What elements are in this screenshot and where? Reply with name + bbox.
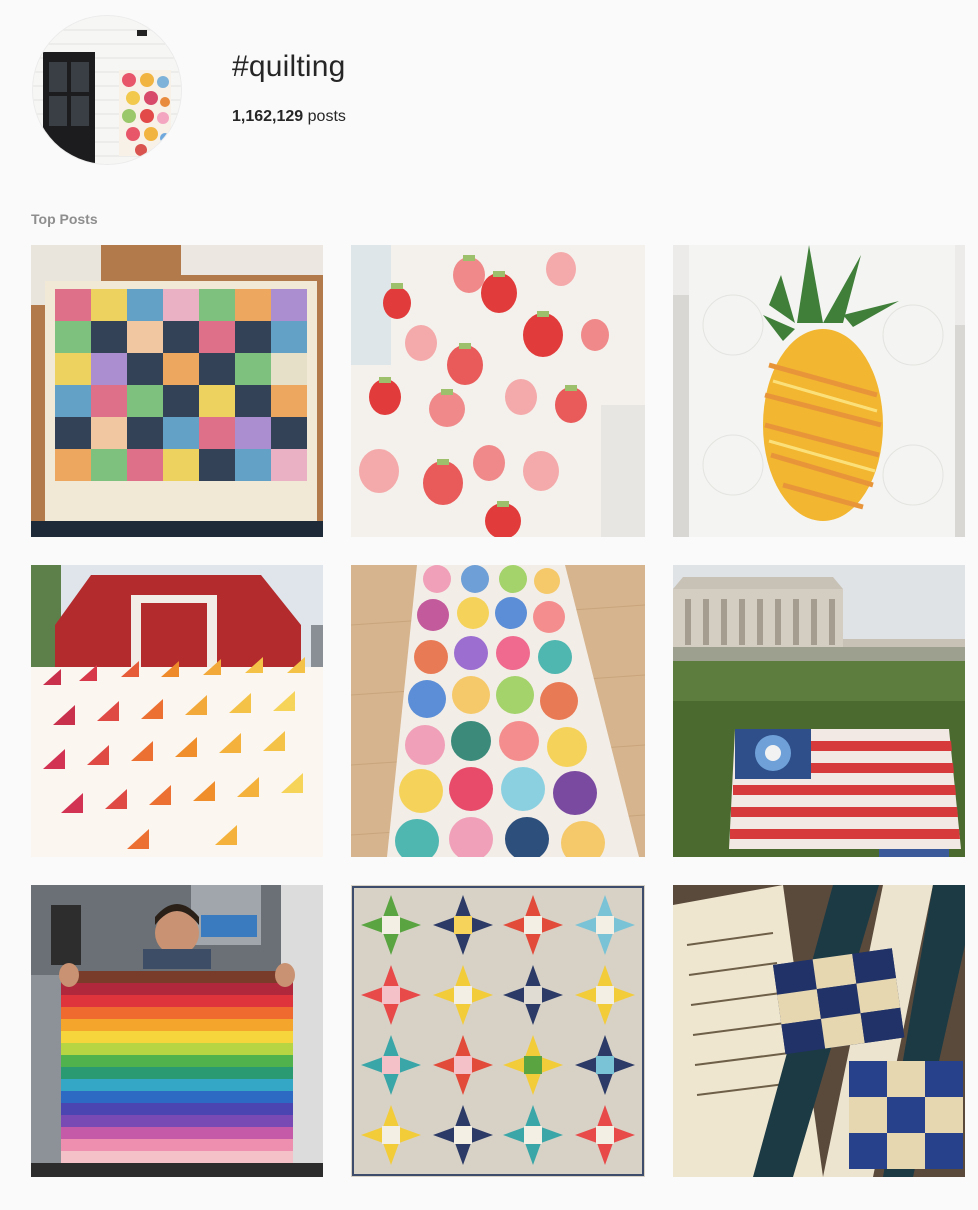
post-tile-9[interactable]	[673, 885, 965, 1177]
post-image-barn-quilt	[31, 565, 323, 857]
post-image-hexagon-quilt	[31, 245, 323, 537]
post-image-strawberry-quilt	[351, 245, 645, 537]
post-tile-7[interactable]	[31, 885, 323, 1177]
post-count-number: 1,162,129	[232, 108, 304, 125]
top-posts-grid	[31, 245, 971, 1177]
post-image-hexagon-runner	[351, 565, 645, 857]
post-tile-6[interactable]	[673, 565, 965, 857]
post-tile-8[interactable]	[351, 885, 645, 1177]
post-image-flag-quilt	[673, 565, 965, 857]
hashtag-title: #quilting	[232, 50, 346, 83]
post-count-suffix: posts	[307, 108, 346, 125]
post-image-rainbow-stripe-quilt	[31, 885, 323, 1177]
post-count: 1,162,129 posts	[232, 108, 346, 126]
post-image-nine-patch-blocks	[673, 885, 965, 1177]
post-image-star-sampler-quilt	[351, 885, 645, 1177]
post-tile-5[interactable]	[351, 565, 645, 857]
post-tile-1[interactable]	[31, 245, 323, 537]
hashtag-header: #quilting 1,162,129 posts	[31, 14, 971, 169]
hashtag-avatar	[33, 16, 181, 164]
post-tile-3[interactable]	[673, 245, 965, 537]
post-tile-2[interactable]	[351, 245, 645, 537]
post-tile-4[interactable]	[31, 565, 323, 857]
post-image-pineapple-block	[673, 245, 965, 537]
avatar-quilt-on-door-image	[33, 16, 181, 164]
top-posts-label: Top Posts	[31, 211, 98, 227]
